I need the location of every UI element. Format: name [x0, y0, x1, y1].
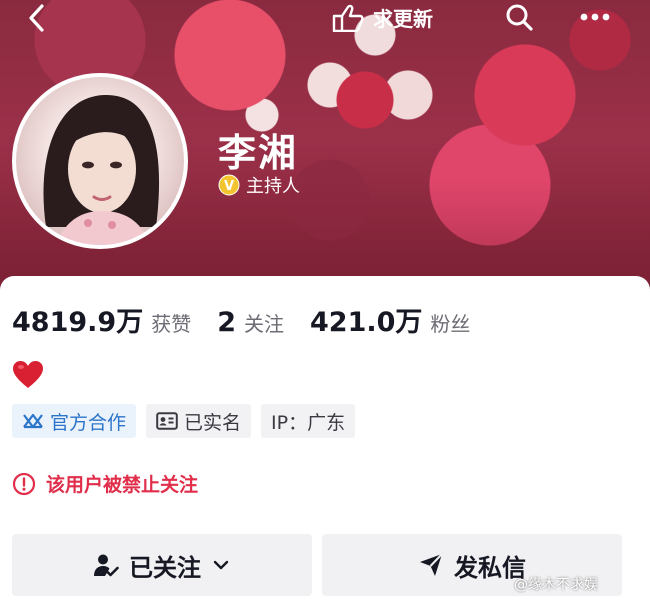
- thumb-point-icon: [331, 2, 365, 32]
- id-card-icon: [156, 412, 178, 430]
- tag-ip-location: IP：广东: [261, 404, 356, 438]
- tag-official-cooperation-label: 官方合作: [50, 411, 127, 434]
- followed-button[interactable]: 已关注: [12, 534, 312, 596]
- stat-likes-value: 4819.9万: [12, 307, 144, 338]
- stat-followers-label: 粉丝: [430, 312, 471, 336]
- profile-stats: 4819.9万 获赞 2 关注 421.0万 粉丝: [12, 300, 496, 339]
- request-update-label: 求更新: [373, 6, 433, 31]
- profile-name: 李湘: [218, 131, 299, 175]
- heart-icon: [12, 360, 44, 390]
- verification: V 主持人: [218, 172, 300, 198]
- tag-real-name: 已实名: [146, 404, 252, 438]
- alert-circle-icon: [12, 472, 36, 496]
- tag-official-cooperation[interactable]: 官方合作: [12, 404, 137, 438]
- stat-followers[interactable]: 421.0万 粉丝: [310, 300, 470, 339]
- verification-label: 主持人: [246, 176, 300, 197]
- stat-following-value: 2: [217, 307, 236, 338]
- tag-ip-location-label: IP：广东: [271, 411, 346, 434]
- user-check-icon: [93, 552, 119, 578]
- svg-text:V: V: [224, 179, 234, 194]
- tag-real-name-label: 已实名: [184, 411, 242, 434]
- follow-banned-notice: 该用户被禁止关注: [12, 470, 198, 497]
- search-icon[interactable]: [504, 2, 534, 32]
- stat-following[interactable]: 2 关注: [217, 307, 284, 338]
- followed-label: 已关注: [129, 553, 201, 582]
- watermark: @缘木不求娱: [514, 577, 598, 593]
- verified-badge-icon: V: [218, 174, 240, 196]
- send-icon: [418, 552, 444, 578]
- stat-likes[interactable]: 4819.9万 获赞: [12, 300, 191, 339]
- more-dots-icon[interactable]: [578, 4, 612, 30]
- stat-followers-value: 421.0万: [310, 307, 423, 338]
- stat-following-label: 关注: [244, 312, 284, 336]
- back-chevron-icon[interactable]: [22, 2, 54, 34]
- cooperation-icon: [22, 411, 44, 431]
- stat-likes-label: 获赞: [151, 312, 192, 336]
- chevron-down-icon: [211, 555, 231, 575]
- follow-banned-text: 该用户被禁止关注: [46, 474, 199, 496]
- profile-tags: 官方合作 已实名 IP：广东: [12, 404, 356, 438]
- request-update-button[interactable]: 求更新: [331, 2, 433, 32]
- avatar[interactable]: [12, 73, 188, 249]
